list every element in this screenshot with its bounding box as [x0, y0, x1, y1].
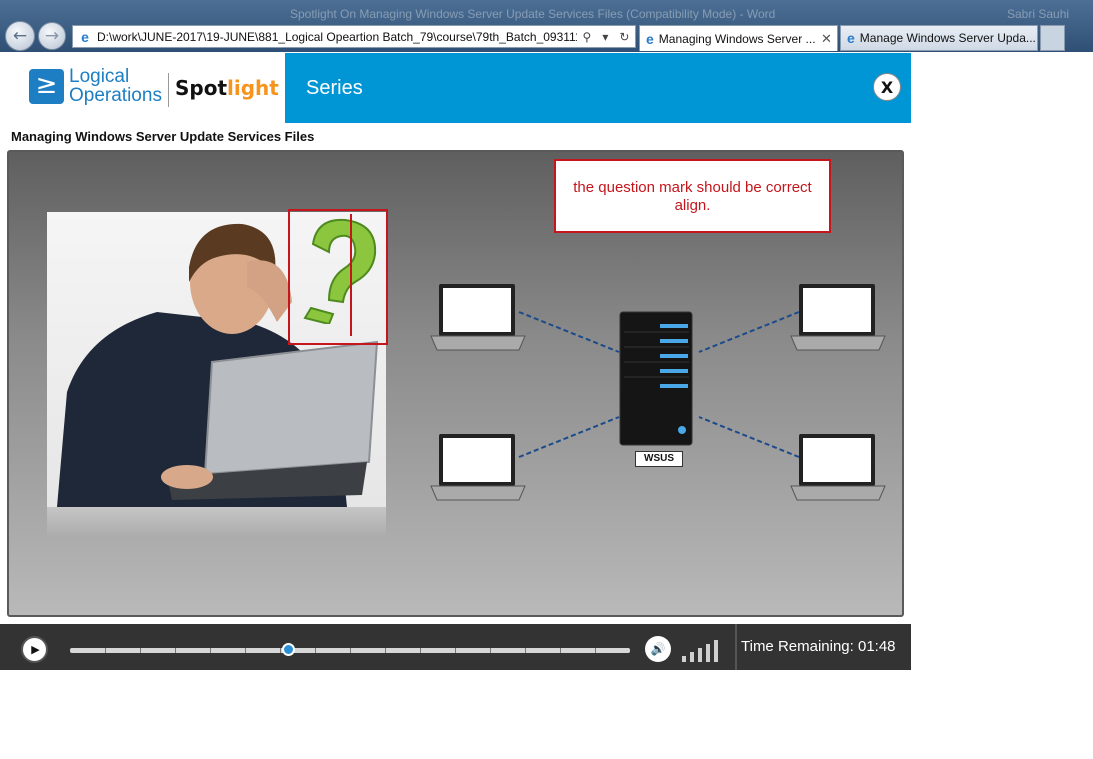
volume-bar: [690, 652, 694, 662]
logical-operations-logo-text: Logical Operations: [69, 67, 162, 105]
tab-manage-windows-server[interactable]: e Manage Windows Server Upda...: [840, 25, 1038, 51]
volume-button[interactable]: 🔊: [645, 636, 671, 662]
progress-tick: [560, 648, 561, 653]
progress-tick: [245, 648, 246, 653]
spotlight-logo: Spotlight: [175, 76, 279, 100]
progress-tick: [105, 648, 106, 653]
progress-tick: [385, 648, 386, 653]
search-icon[interactable]: ⚲: [583, 30, 592, 44]
browser-chrome: Spotlight On Managing Windows Server Upd…: [0, 0, 1093, 52]
tab-label: Manage Windows Server Upda...: [859, 31, 1036, 45]
arrow-left-icon: ←: [12, 26, 28, 46]
progress-knob[interactable]: [282, 643, 296, 656]
server-label: WSUS: [635, 451, 683, 467]
laptop-icon-top-right: [790, 284, 886, 351]
forward-button[interactable]: →: [38, 22, 66, 50]
section-title: Series: [306, 77, 363, 99]
network-diagram: [430, 284, 886, 501]
spotlight-light: light: [227, 76, 279, 100]
volume-bar: [714, 640, 718, 662]
time-remaining: Time Remaining: 01:48: [741, 638, 896, 655]
speaker-icon: 🔊: [650, 642, 666, 656]
laptop-icon-top-left: [430, 284, 526, 351]
address-bar[interactable]: e D:\work\JUNE-2017\19-JUNE\881_Logical …: [72, 25, 636, 48]
progress-tick: [455, 648, 456, 653]
logo-divider: [168, 73, 169, 107]
logo-line1: Logical: [69, 66, 130, 87]
laptop-icon-bottom-right: [790, 434, 886, 501]
volume-bar: [706, 644, 710, 662]
close-button[interactable]: X: [873, 73, 901, 101]
arrow-right-icon: →: [44, 26, 60, 46]
ie-icon: e: [646, 30, 654, 47]
window-title: Spotlight On Managing Windows Server Upd…: [290, 7, 776, 21]
player-controls: ▶ 🔊 Time Remaining: 01:48: [0, 624, 911, 670]
ie-icon: e: [81, 28, 89, 45]
progress-tick: [140, 648, 141, 653]
dropdown-icon[interactable]: ▾: [602, 30, 608, 44]
window-user: Sabri Sauhi: [1007, 7, 1070, 21]
progress-tick: [490, 648, 491, 653]
play-icon: ▶: [31, 643, 40, 656]
volume-bar: [682, 656, 686, 662]
close-tab-icon[interactable]: ✕: [821, 31, 837, 47]
address-tools: ⚲ ▾ ↻: [577, 30, 635, 44]
tab-managing-windows-server[interactable]: e Managing Windows Server ... ✕: [639, 25, 838, 51]
address-url: D:\work\JUNE-2017\19-JUNE\881_Logical Op…: [97, 29, 577, 44]
logo-line2: Operations: [69, 85, 162, 106]
back-button[interactable]: ←: [5, 21, 35, 51]
progress-tick: [595, 648, 596, 653]
progress-tick: [175, 648, 176, 653]
refresh-icon[interactable]: ↻: [619, 30, 629, 44]
page-title: Managing Windows Server Update Services …: [11, 129, 315, 144]
tab-label: Managing Windows Server ...: [658, 31, 816, 46]
app-header: ≥ Logical Operations Spotlight Series X: [0, 53, 911, 123]
new-tab-button[interactable]: [1040, 25, 1065, 51]
logo-panel: ≥ Logical Operations Spotlight: [0, 53, 285, 123]
server-icon: [619, 311, 693, 446]
progress-tick: [420, 648, 421, 653]
logical-operations-logo-icon: ≥: [29, 69, 64, 104]
spotlight-dark: Spot: [175, 76, 228, 100]
laptop-icon-bottom-left: [430, 434, 526, 501]
slide-stage: the question mark should be correct alig…: [7, 150, 904, 617]
progress-track[interactable]: [70, 648, 630, 653]
volume-level[interactable]: [682, 638, 722, 662]
progress-tick: [525, 648, 526, 653]
progress-tick: [280, 648, 281, 653]
volume-bar: [698, 648, 702, 662]
progress-tick: [315, 648, 316, 653]
ie-icon: e: [847, 30, 855, 46]
player-divider: [735, 624, 737, 670]
play-button[interactable]: ▶: [21, 636, 48, 663]
progress-tick: [350, 648, 351, 653]
progress-tick: [210, 648, 211, 653]
